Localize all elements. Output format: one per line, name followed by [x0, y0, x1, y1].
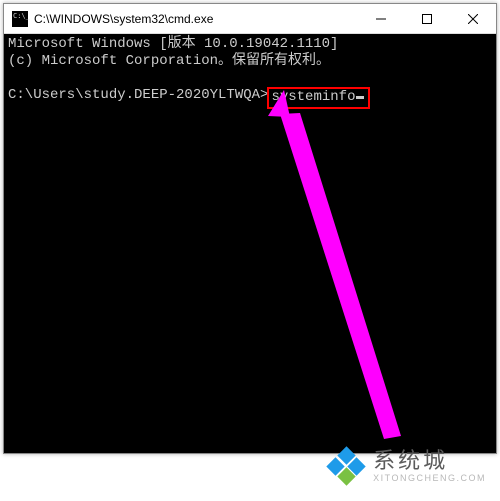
watermark-title: 系统城	[373, 450, 486, 472]
watermark: 系统城 XITONGCHENG.COM	[329, 449, 486, 483]
cmd-window: C:\WINDOWS\system32\cmd.exe Microsoft Wi…	[3, 3, 497, 454]
banner-line-1: Microsoft Windows [版本 10.0.19042.1110]	[8, 36, 492, 53]
prompt-line: C:\Users\study.DEEP-2020YLTWQA> systemin…	[8, 87, 492, 109]
prompt-text: C:\Users\study.DEEP-2020YLTWQA>	[8, 87, 268, 104]
cmd-icon	[12, 11, 28, 27]
minimize-button[interactable]	[358, 4, 404, 33]
close-button[interactable]	[450, 4, 496, 33]
command-text: systeminfo	[271, 89, 355, 106]
command-highlight-box: systeminfo	[267, 87, 370, 109]
watermark-subtitle: XITONGCHENG.COM	[373, 474, 486, 483]
blank-line	[8, 70, 492, 87]
window-title: C:\WINDOWS\system32\cmd.exe	[34, 12, 358, 26]
cursor	[356, 96, 364, 99]
window-controls	[358, 4, 496, 33]
terminal-area[interactable]: Microsoft Windows [版本 10.0.19042.1110] (…	[4, 34, 496, 453]
titlebar[interactable]: C:\WINDOWS\system32\cmd.exe	[4, 4, 496, 34]
watermark-text: 系统城 XITONGCHENG.COM	[373, 450, 486, 483]
banner-line-2: (c) Microsoft Corporation。保留所有权利。	[8, 53, 492, 70]
maximize-button[interactable]	[404, 4, 450, 33]
watermark-logo-icon	[329, 449, 363, 483]
